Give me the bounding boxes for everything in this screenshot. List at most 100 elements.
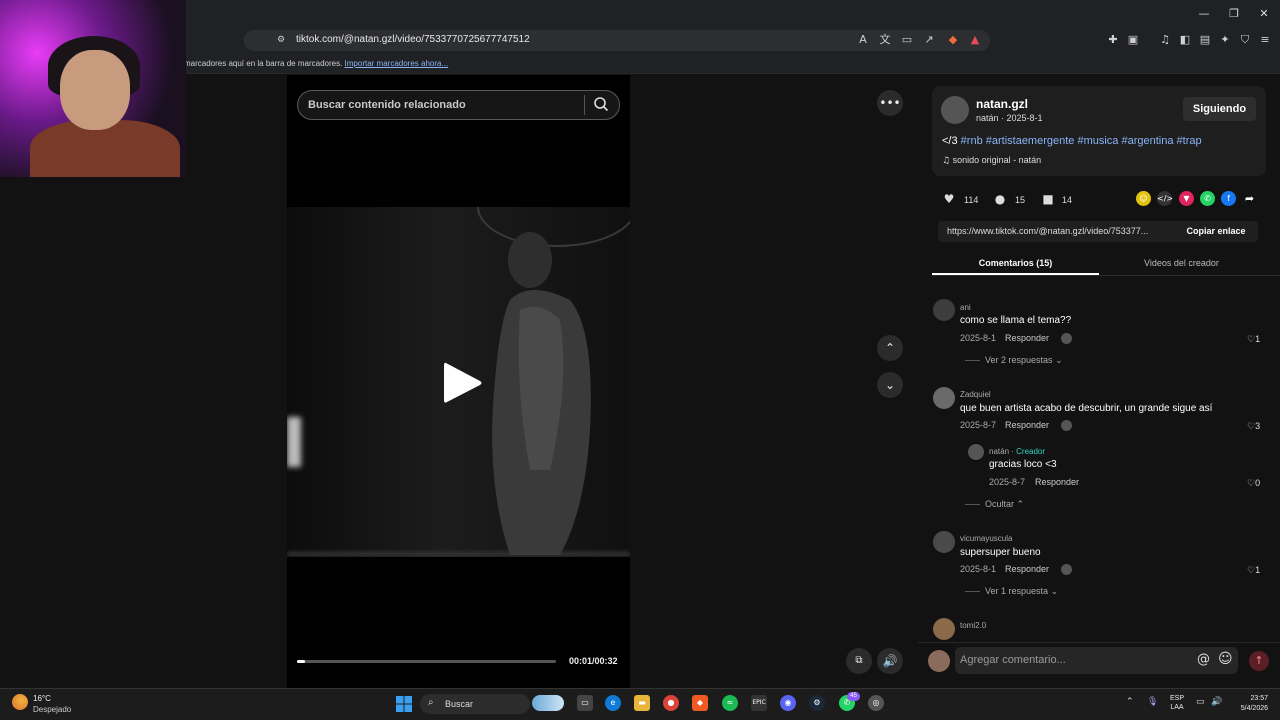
share-arrow-icon[interactable]: ➦ xyxy=(1242,191,1257,206)
tab-icon[interactable]: ▣ xyxy=(1126,33,1140,47)
chevron-up-icon: ⌃ xyxy=(1016,499,1025,509)
whatsapp-icon[interactable]: ✆ xyxy=(1200,191,1215,206)
task-view-icon[interactable]: ▭ xyxy=(577,695,593,711)
spotify-icon[interactable]: ≈ xyxy=(722,695,738,711)
weather-description[interactable]: Despejado xyxy=(33,705,71,714)
like-icon[interactable]: ♥ xyxy=(942,192,956,206)
author-name[interactable]: natan.gzl xyxy=(976,97,1028,111)
music-icon[interactable]: ♫ xyxy=(1158,33,1172,47)
volume-icon[interactable]: 🔊 xyxy=(877,648,903,674)
weather-temperature[interactable]: 16°C xyxy=(33,694,51,703)
comment-like-count: 3 xyxy=(1255,421,1261,431)
caption-hashtags[interactable]: #rnb #artistaemergente #musica #argentin… xyxy=(961,135,1202,147)
previous-video-icon[interactable]: ⌃ xyxy=(877,335,903,361)
mention-icon[interactable]: @ xyxy=(1197,652,1210,667)
vpn-icon[interactable]: ⛉ xyxy=(1238,33,1252,47)
following-button[interactable]: Siguiendo xyxy=(1183,97,1256,121)
minimize-icon[interactable]: — xyxy=(1196,6,1212,22)
reply-avatar[interactable] xyxy=(968,444,984,460)
url-text[interactable]: tiktok.com/@natan.gzl/video/753377072567… xyxy=(296,34,530,45)
more-options-icon[interactable]: ••• xyxy=(877,90,903,116)
reader-icon[interactable]: 文 xyxy=(878,33,892,47)
language-indicator[interactable]: ESP LAA xyxy=(1167,694,1187,712)
heart-outline-icon: ♡ xyxy=(1247,478,1256,488)
steam-icon[interactable]: ⚙ xyxy=(809,695,825,711)
comment-avatar[interactable] xyxy=(933,618,955,640)
comment-avatar[interactable] xyxy=(933,299,955,321)
next-video-icon[interactable]: ⌄ xyxy=(877,372,903,398)
file-explorer-icon[interactable]: ▬ xyxy=(634,695,650,711)
ai-icon[interactable]: ✦ xyxy=(1218,33,1232,47)
progress-track[interactable] xyxy=(297,660,556,663)
screen-icon[interactable]: ▭ xyxy=(900,33,914,47)
edge-icon[interactable]: e xyxy=(605,695,621,711)
brave-rewards-icon[interactable]: ▲ xyxy=(968,33,982,47)
comment-icon[interactable]: ● xyxy=(993,192,1007,206)
tray-chevron-icon[interactable]: ⌃ xyxy=(1126,697,1134,707)
reply-user[interactable]: natán xyxy=(989,447,1009,456)
hide-replies-button[interactable]: Ocultar ⌃ xyxy=(985,499,1024,510)
comment-like[interactable]: ♡1 xyxy=(1247,334,1260,345)
taskbar-search[interactable] xyxy=(420,694,530,714)
reply-like[interactable]: ♡0 xyxy=(1247,478,1260,489)
windows-start-icon[interactable] xyxy=(396,696,412,712)
sidebar-icon[interactable]: ◧ xyxy=(1178,33,1192,47)
emoji-share-icon[interactable]: ☺ xyxy=(1136,191,1151,206)
import-bookmarks-link[interactable]: Importar marcadores ahora... xyxy=(345,59,449,68)
chrome-icon[interactable]: ● xyxy=(663,695,679,711)
search-highlight-icon[interactable] xyxy=(532,695,564,711)
reply-button[interactable]: Responder xyxy=(1005,564,1049,574)
network-icon[interactable]: ▭ xyxy=(1196,697,1205,707)
creator-liked-avatar xyxy=(1061,333,1072,344)
search-icon[interactable] xyxy=(593,96,609,112)
site-settings-icon[interactable]: ⚙ xyxy=(274,33,288,47)
floating-player-icon[interactable]: ⧉ xyxy=(846,648,872,674)
comment-user[interactable]: Zadquiel xyxy=(960,390,991,399)
tab-creator-videos[interactable]: Videos del creador xyxy=(1099,252,1264,274)
language-bottom: LAA xyxy=(1170,704,1184,711)
menu-icon[interactable]: ≡ xyxy=(1258,33,1272,47)
comment-avatar[interactable] xyxy=(933,531,955,553)
brave-shield-icon[interactable]: ◆ xyxy=(946,33,960,47)
discord-icon[interactable]: ◉ xyxy=(780,695,796,711)
reply-like-count: 0 xyxy=(1255,478,1261,488)
microphone-icon[interactable]: 🎙 xyxy=(1147,697,1158,707)
view-replies-button[interactable]: Ver 1 respuesta ⌄ xyxy=(985,586,1058,597)
restore-icon[interactable]: ❐ xyxy=(1226,6,1242,22)
sound-link[interactable]: ♫ sonido original - natán xyxy=(942,155,1041,166)
extensions-icon[interactable]: ✚ xyxy=(1106,33,1120,47)
speaker-icon[interactable]: 🔊 xyxy=(1211,697,1222,707)
weather-icon[interactable] xyxy=(12,694,28,710)
share-icon[interactable]: ↗ xyxy=(922,33,936,47)
emoji-icon[interactable]: ☺ xyxy=(1218,651,1233,667)
video-link-text[interactable]: https://www.tiktok.com/@natan.gzl/video/… xyxy=(947,226,1148,236)
comment-like[interactable]: ♡3 xyxy=(1247,421,1260,432)
comment-user[interactable]: ani xyxy=(960,303,971,312)
comment-user[interactable]: vicumayuscula xyxy=(960,534,1012,543)
app-icon[interactable]: ◎ xyxy=(868,695,884,711)
translate-icon[interactable]: A xyxy=(856,33,870,47)
wallet-icon[interactable]: ▤ xyxy=(1198,33,1212,47)
author-avatar[interactable] xyxy=(941,96,969,124)
embed-icon[interactable]: </> xyxy=(1157,191,1173,206)
epic-games-icon[interactable]: EPIC xyxy=(751,695,767,711)
play-icon[interactable] xyxy=(440,360,484,406)
send-comment-icon[interactable]: ↑ xyxy=(1249,651,1269,671)
copy-link-button[interactable]: Copiar enlace xyxy=(1174,221,1258,242)
view-replies-button[interactable]: Ver 2 respuestas ⌄ xyxy=(985,355,1063,366)
brave-icon[interactable]: ◆ xyxy=(692,695,708,711)
save-icon[interactable]: ■ xyxy=(1041,192,1055,206)
send-to-friends-icon[interactable]: ▼ xyxy=(1179,191,1194,206)
comment-like[interactable]: ♡1 xyxy=(1247,565,1260,576)
clock[interactable]: 23:57 5/4/2026 xyxy=(1228,694,1268,714)
close-window-icon[interactable]: ✕ xyxy=(1256,6,1272,22)
reply-button[interactable]: Responder xyxy=(1035,477,1079,487)
reply-button[interactable]: Responder xyxy=(1005,420,1049,430)
view-replies-label: Ver 2 respuestas xyxy=(985,355,1053,365)
reply-button[interactable]: Responder xyxy=(1005,333,1049,343)
comment-avatar[interactable] xyxy=(933,387,955,409)
comment-user[interactable]: tomi2.0 xyxy=(960,621,986,630)
sound-name[interactable]: sonido original - natán xyxy=(953,155,1042,165)
facebook-icon[interactable]: f xyxy=(1221,191,1236,206)
tab-comments[interactable]: Comentarios (15) xyxy=(932,252,1099,274)
